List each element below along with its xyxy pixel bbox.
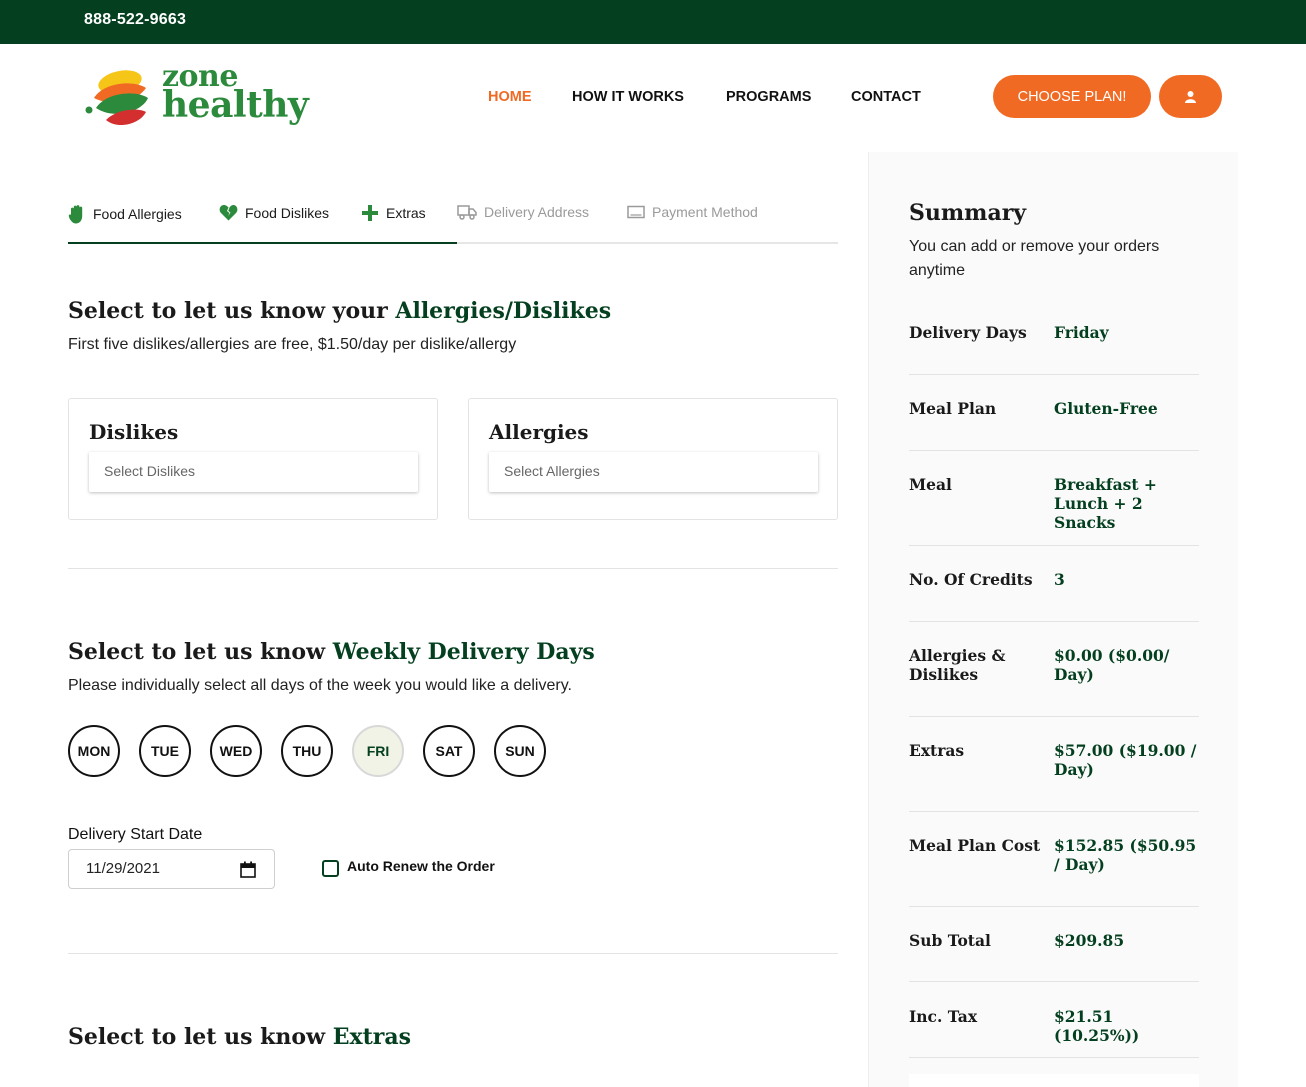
day-thu[interactable]: THU — [281, 725, 333, 777]
summary-footer — [909, 1074, 1199, 1087]
logo[interactable]: zone healthy — [84, 62, 309, 128]
tab-food-dislikes[interactable]: Food Dislikes — [219, 204, 329, 221]
day-tue[interactable]: TUE — [139, 725, 191, 777]
allergies-card: Allergies Select Allergies — [468, 398, 838, 520]
day-sun[interactable]: SUN — [494, 725, 546, 777]
summary-key: Delivery Days — [909, 323, 1027, 342]
summary-value: Gluten-Free — [1054, 399, 1158, 418]
day-wed[interactable]: WED — [210, 725, 262, 777]
tab-label: Food Allergies — [93, 206, 182, 222]
phone-number[interactable]: 888-522-9663 — [84, 11, 186, 29]
auto-renew-label[interactable]: Auto Renew the Order — [347, 858, 495, 874]
summary-row: No. Of Credits 3 — [909, 570, 1199, 622]
active-tab-indicator — [68, 242, 457, 244]
tab-label: Delivery Address — [484, 204, 590, 220]
nav-contact[interactable]: CONTACT — [851, 89, 921, 105]
checkout-steps: Food Allergies Food Dislikes Extras Deli… — [68, 200, 838, 244]
summary-value: $21.51 (10.25%)) — [1054, 1007, 1140, 1045]
user-icon — [1185, 90, 1196, 103]
start-date-input[interactable]: 11/29/2021 — [68, 849, 275, 889]
summary-row: Meal Plan Cost $152.85 ($50.95 / Day) — [909, 836, 1199, 907]
summary-row: Extras $57.00 ($19.00 / Day) — [909, 741, 1199, 812]
summary-row: Meal Breakfast + Lunch + 2 Snacks — [909, 475, 1199, 546]
summary-value: 3 — [1054, 570, 1065, 589]
tab-delivery-address[interactable]: Delivery Address — [457, 204, 589, 220]
summary-description: You can add or remove your orders anytim… — [909, 238, 1160, 279]
summary-value: $209.85 — [1054, 931, 1125, 950]
summary-key: Inc. Tax — [909, 1007, 978, 1026]
allergies-section-title: Select to let us know your Allergies/Dis… — [68, 298, 612, 324]
section-divider — [68, 568, 838, 569]
choose-plan-button[interactable]: CHOOSE PLAN! — [993, 75, 1151, 118]
day-sat[interactable]: SAT — [423, 725, 475, 777]
site-header: zone healthy HOME HOW IT WORKS PROGRAMS … — [0, 44, 1306, 152]
plus-icon — [362, 205, 378, 221]
summary-value: $57.00 ($19.00 / Day) — [1054, 741, 1197, 779]
summary-key: Sub Total — [909, 931, 991, 950]
card-icon — [627, 205, 645, 219]
summary-key: Extras — [909, 741, 965, 760]
account-button[interactable] — [1159, 75, 1222, 118]
summary-key: Meal Plan Cost — [909, 836, 1041, 855]
delivery-section-title: Select to let us know Weekly Delivery Da… — [68, 639, 595, 665]
allergies-section-subtitle: First five dislikes/allergies are free, … — [68, 336, 517, 353]
summary-value: Friday — [1054, 323, 1109, 342]
extras-section-title: Select to let us know Extras — [68, 1024, 411, 1050]
summary-key: No. Of Credits — [909, 570, 1033, 589]
logo-wordmark: zone healthy — [162, 59, 309, 126]
tab-label: Food Dislikes — [245, 204, 330, 221]
broken-heart-icon — [219, 204, 238, 221]
summary-row: Inc. Tax $21.51 (10.25%)) — [909, 1007, 1199, 1058]
start-date-value: 11/29/2021 — [86, 860, 160, 877]
allergies-select[interactable]: Select Allergies — [489, 452, 818, 492]
section-divider — [68, 953, 838, 954]
dislikes-title: Dislikes — [89, 420, 179, 444]
top-bar: 888-522-9663 — [0, 0, 1306, 44]
dislikes-card: Dislikes Select Dislikes — [68, 398, 438, 520]
summary-key: Meal — [909, 475, 952, 494]
tab-extras[interactable]: Extras — [361, 204, 426, 222]
order-summary: Summary You can add or remove your order… — [868, 152, 1238, 1087]
delivery-section-subtitle: Please individually select all days of t… — [68, 677, 572, 694]
day-mon[interactable]: MON — [68, 725, 120, 777]
hand-icon — [68, 205, 83, 224]
summary-value: Breakfast + Lunch + 2 Snacks — [1054, 475, 1157, 532]
logo-mark-icon — [85, 70, 148, 126]
nav-programs[interactable]: PROGRAMS — [726, 89, 811, 105]
nav-how-it-works[interactable]: HOW IT WORKS — [572, 89, 684, 105]
summary-key: Allergies & Dislikes — [909, 646, 1006, 684]
summary-title: Summary — [909, 200, 1027, 226]
truck-icon — [457, 205, 477, 220]
tab-label: Extras — [386, 205, 426, 221]
summary-key: Meal Plan — [909, 399, 997, 418]
tab-payment-method[interactable]: Payment Method — [627, 204, 758, 220]
dislikes-select[interactable]: Select Dislikes — [89, 452, 418, 492]
auto-renew-checkbox[interactable] — [322, 860, 339, 877]
allergies-title: Allergies — [489, 420, 589, 444]
start-date-label: Delivery Start Date — [68, 826, 203, 843]
day-fri[interactable]: FRI — [352, 725, 404, 777]
tab-food-allergies[interactable]: Food Allergies — [68, 204, 182, 224]
tab-label: Payment Method — [652, 204, 758, 220]
calendar-icon[interactable] — [240, 861, 256, 878]
summary-row: Sub Total $209.85 — [909, 931, 1199, 982]
summary-value: $0.00 ($0.00/ Day) — [1054, 646, 1170, 684]
summary-value: $152.85 ($50.95 / Day) — [1054, 836, 1197, 874]
summary-row: Delivery Days Friday — [909, 323, 1199, 375]
nav-home[interactable]: HOME — [488, 89, 532, 105]
summary-row: Meal Plan Gluten-Free — [909, 399, 1199, 451]
summary-row: Allergies & Dislikes $0.00 ($0.00/ Day) — [909, 646, 1199, 717]
